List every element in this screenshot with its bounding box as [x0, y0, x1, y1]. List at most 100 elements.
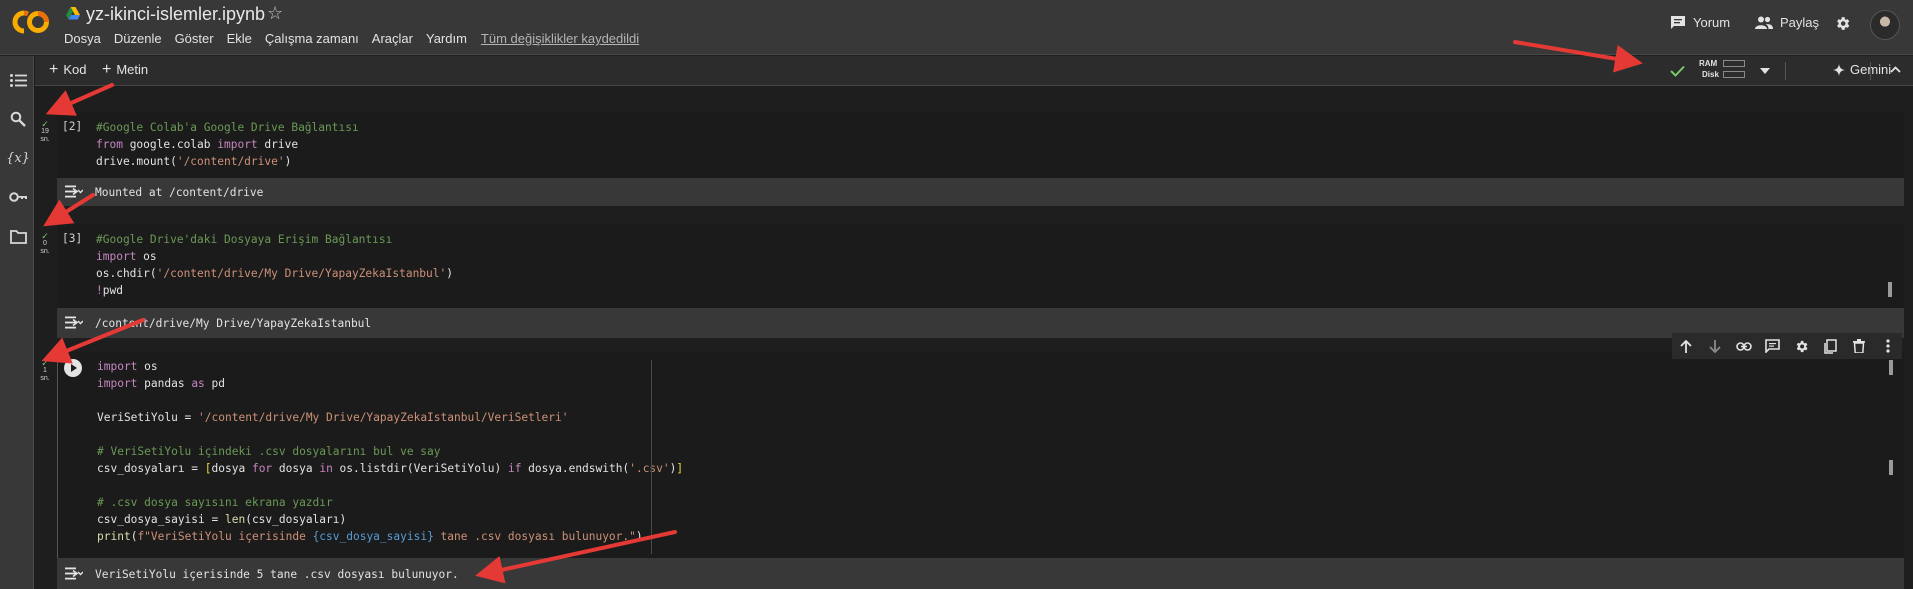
add-text-button[interactable]: + Metin — [102, 61, 149, 77]
code-token: print — [97, 530, 131, 543]
star-icon[interactable]: ☆ — [267, 3, 283, 24]
code-token: '/content/drive' — [176, 155, 285, 168]
add-code-button[interactable]: + Kod — [49, 61, 86, 77]
cell-run-status: ✓ 19 sn. — [38, 120, 52, 144]
code-token: [ — [204, 462, 212, 475]
menu-runtime[interactable]: Çalışma zamanı — [265, 31, 359, 46]
scrollbar-thumb[interactable] — [1888, 282, 1892, 297]
user-avatar[interactable] — [1870, 10, 1900, 40]
code-editor[interactable]: import os import pandas as pd VeriSetiYolu… — [97, 358, 683, 545]
disk-usage-bar[interactable] — [1723, 71, 1745, 78]
cell-run-status: ✓ 0 sn. — [38, 232, 52, 256]
side-rail: {x} — [0, 56, 34, 589]
code-line[interactable]: #Google Drive'daki Dosyaya Erişim Bağlan… — [96, 231, 453, 248]
collapse-header-icon[interactable] — [1890, 66, 1901, 73]
code-editor[interactable]: #Google Drive'daki Dosyaya Erişim Bağlan… — [96, 231, 453, 299]
menu-insert[interactable]: Ekle — [227, 31, 252, 46]
code-line[interactable]: csv_dosya_sayisi = len(csv_dosyaları) — [97, 511, 683, 528]
code-line[interactable]: !pwd — [96, 282, 453, 299]
code-line[interactable] — [97, 477, 683, 494]
output-toggle-icon[interactable] — [65, 567, 83, 580]
code-token: os.chdir( — [96, 267, 157, 280]
link-icon[interactable] — [1730, 341, 1759, 351]
comment-button[interactable]: Yorum — [1670, 15, 1730, 30]
delete-icon[interactable] — [1845, 339, 1874, 353]
menu-view[interactable]: Göster — [175, 31, 214, 46]
save-status-link[interactable]: Tüm değişiklikler kaydedildi — [481, 31, 639, 46]
code-line[interactable]: VeriSetiYolu = '/content/drive/My Drive/… — [97, 409, 683, 426]
mirror-cell-icon[interactable] — [1816, 338, 1845, 354]
colab-logo[interactable] — [12, 9, 50, 35]
run-time: 19 — [41, 128, 49, 135]
code-line[interactable]: from google.colab import drive — [96, 136, 359, 153]
share-label: Paylaş — [1780, 15, 1820, 30]
menu-edit[interactable]: Düzenle — [114, 31, 162, 46]
code-line[interactable]: import os — [97, 358, 683, 375]
ram-usage-bar[interactable] — [1723, 60, 1745, 67]
code-token: in — [319, 462, 333, 475]
check-icon: ✓ — [41, 231, 49, 241]
code-token: import — [96, 250, 137, 263]
toolbar-divider — [1870, 62, 1871, 80]
code-cell-active[interactable]: import os import pandas as pd VeriSetiYolu… — [57, 352, 1904, 558]
notebook-toolbar: + Kod + Metin RAM Disk Gemini — [35, 56, 1913, 86]
code-line[interactable]: import pandas as pd — [97, 375, 683, 392]
code-token: #Google Drive'daki Dosyaya Erişim Bağlan… — [96, 233, 393, 246]
code-line[interactable]: os.chdir('/content/drive/My Drive/YapayZ… — [96, 265, 453, 282]
table-of-contents-icon[interactable] — [8, 70, 28, 90]
files-folder-icon[interactable] — [8, 227, 28, 247]
output-toggle-icon[interactable] — [65, 185, 83, 198]
menu-tools[interactable]: Araçlar — [372, 31, 413, 46]
code-token: ! — [96, 284, 103, 297]
code-line[interactable] — [97, 426, 683, 443]
code-cell[interactable]: [2] #Google Colab'a Google Drive Bağlant… — [57, 112, 1904, 178]
code-token: os — [136, 250, 157, 263]
move-up-icon[interactable] — [1672, 339, 1701, 353]
code-line[interactable] — [97, 392, 683, 409]
code-line[interactable]: import os — [96, 248, 453, 265]
run-time-unit: sn. — [40, 136, 50, 143]
check-icon: ✓ — [41, 119, 49, 129]
code-token: # .csv dosya sayısını ekrana yazdır — [97, 496, 333, 509]
code-cell[interactable]: [3] #Google Drive'daki Dosyaya Erişim Ba… — [57, 224, 1904, 308]
gemini-button[interactable]: Gemini — [1833, 62, 1891, 77]
notebook-title[interactable]: yz-ikinci-islemler.ipynb — [86, 4, 265, 25]
code-line[interactable]: #Google Colab'a Google Drive Bağlantısı — [96, 119, 359, 136]
code-token: for — [251, 462, 273, 475]
code-line[interactable]: drive.mount('/content/drive') — [96, 153, 359, 170]
add-text-label: Metin — [116, 62, 149, 77]
run-cell-button[interactable] — [64, 359, 82, 377]
move-down-icon[interactable] — [1701, 339, 1730, 353]
comment-icon[interactable] — [1758, 339, 1787, 353]
settings-gear-icon[interactable] — [1834, 15, 1851, 32]
scrollbar-thumb[interactable] — [1889, 460, 1893, 475]
variables-icon[interactable]: {x} — [6, 148, 30, 168]
code-token: dosya.endswith( — [521, 462, 630, 475]
search-icon[interactable] — [8, 109, 28, 129]
code-token: dosya — [272, 462, 320, 475]
people-icon — [1755, 16, 1773, 29]
code-line[interactable]: csv_dosyaları = [dosya for dosya in os.l… — [97, 460, 683, 477]
code-line[interactable]: # .csv dosya sayısını ekrana yazdır — [97, 494, 683, 511]
secrets-key-icon[interactable] — [8, 187, 28, 207]
code-token: # VeriSetiYolu içindeki .csv dosyalarını… — [97, 445, 441, 458]
menu-help[interactable]: Yardım — [426, 31, 467, 46]
chevron-down-icon[interactable] — [1760, 68, 1770, 74]
settings-icon[interactable] — [1787, 339, 1816, 354]
code-token: import — [97, 377, 138, 390]
code-line[interactable]: print(f"VeriSetiYolu içerisinde {csv_dos… — [97, 528, 683, 545]
connected-check-icon[interactable] — [1670, 65, 1685, 77]
google-drive-icon[interactable] — [66, 7, 80, 20]
share-button[interactable]: Paylaş — [1755, 15, 1819, 30]
code-token: #Google Colab'a Google Drive Bağlantısı — [96, 121, 359, 134]
menu-file[interactable]: Dosya — [64, 31, 101, 46]
toolbar-divider — [1785, 62, 1786, 80]
disk-label: Disk — [1702, 70, 1719, 79]
cell-run-status: ✓ 1 sn. — [38, 359, 52, 383]
code-line[interactable]: # VeriSetiYolu içindeki .csv dosyalarını… — [97, 443, 683, 460]
output-toggle-icon[interactable] — [65, 316, 83, 329]
scrollbar-thumb[interactable] — [1889, 360, 1893, 375]
more-icon[interactable] — [1873, 339, 1902, 353]
code-token: os — [137, 360, 158, 373]
code-editor[interactable]: #Google Colab'a Google Drive Bağlantısı f… — [96, 119, 359, 170]
